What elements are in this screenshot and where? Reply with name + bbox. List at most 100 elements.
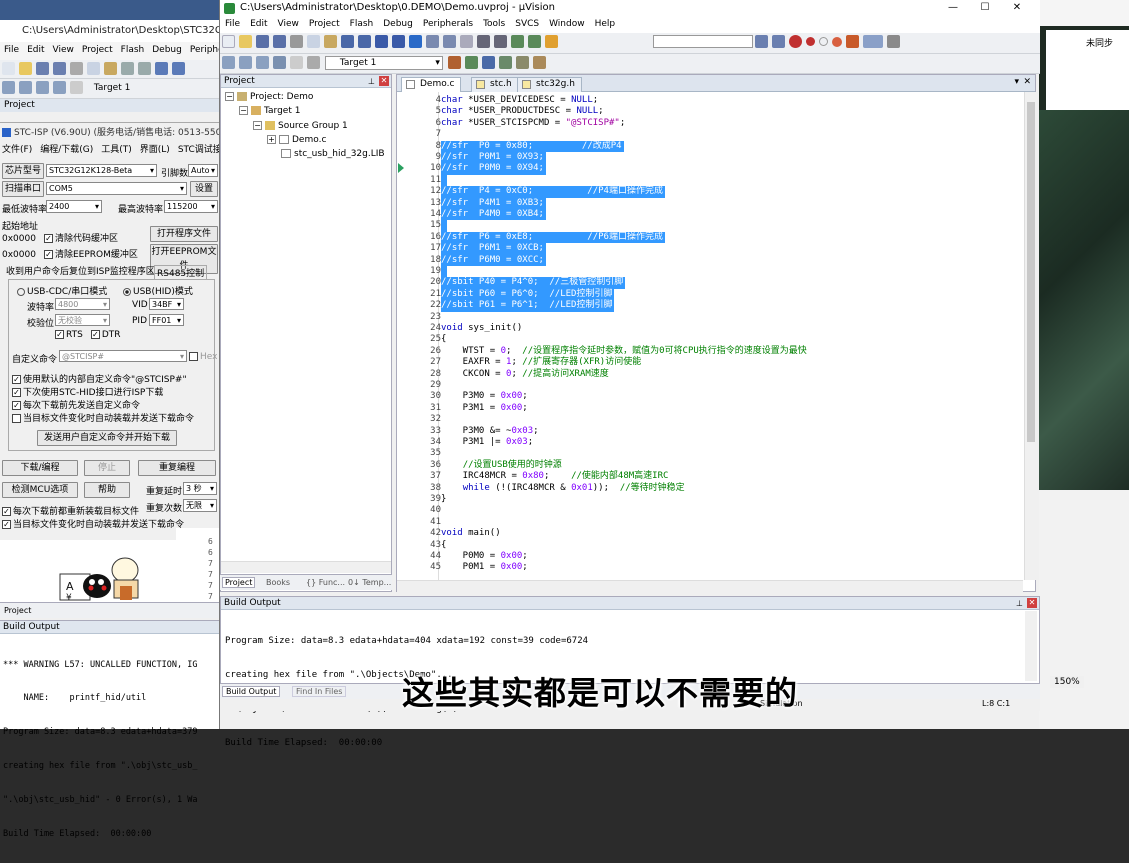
cut-icon[interactable] — [290, 35, 303, 48]
new-file-icon[interactable] — [222, 35, 235, 48]
open-program-button[interactable]: 打开程序文件 — [150, 226, 218, 242]
menu-view[interactable]: View — [273, 17, 304, 31]
hex-checkbox[interactable] — [189, 352, 198, 361]
usb-cdc-radio[interactable] — [17, 287, 25, 296]
menu-project[interactable]: Project — [304, 17, 345, 31]
save-all-icon[interactable] — [53, 62, 66, 75]
new-file-icon[interactable] — [2, 62, 15, 75]
rts-checkbox[interactable]: ✓ — [55, 330, 64, 339]
zoom-level[interactable]: 150% — [1050, 676, 1084, 688]
editor-close-icon[interactable]: ✕ — [1023, 77, 1031, 87]
open-folder-icon[interactable] — [239, 35, 252, 48]
menu-tools[interactable]: Tools — [478, 17, 510, 31]
panel-close-icon[interactable]: ✕ — [1027, 598, 1037, 608]
stop-build-icon[interactable] — [70, 81, 83, 94]
parity-select[interactable]: 无校验 — [55, 314, 110, 326]
clear-eeprom-checkbox[interactable]: ✓ — [44, 250, 53, 259]
editor-vscroll[interactable] — [1024, 92, 1036, 580]
tree-file-demo-c[interactable]: + Demo.c — [267, 135, 326, 145]
next-bookmark-icon[interactable] — [443, 35, 456, 48]
save-icon[interactable] — [256, 35, 269, 48]
disable-breakpoint-icon[interactable] — [818, 37, 828, 46]
dtr-checkbox[interactable]: ✓ — [90, 330, 100, 339]
tab-project[interactable]: Project — [222, 577, 256, 588]
find-combo[interactable] — [652, 35, 753, 48]
opt1-checkbox[interactable]: ✓ — [12, 375, 21, 384]
usb-hid-radio-row[interactable]: USB(HID)模式 — [123, 284, 193, 297]
target-select[interactable]: Target 1 ▾ — [324, 55, 443, 70]
code-address-field[interactable]: 0x0000 — [2, 234, 44, 244]
max-baud-select[interactable]: 115200 — [164, 200, 218, 213]
prev-bookmark-icon[interactable] — [426, 35, 439, 48]
paste-icon[interactable] — [104, 62, 117, 75]
tab-build-output[interactable]: Build Output — [222, 686, 281, 697]
bg-menu-file[interactable]: File — [0, 42, 23, 58]
help-button[interactable]: 帮助 — [84, 482, 130, 498]
save-all-icon[interactable] — [273, 35, 286, 48]
code-area[interactable]: char *USER_DEVICEDESC = NULL; char *USER_… — [439, 92, 1023, 580]
reload-row[interactable]: ✓ 每次下载前都重新装载目标文件 — [2, 504, 139, 517]
tab-books[interactable]: Books — [266, 578, 290, 587]
tab-functions[interactable]: {} Func... — [306, 578, 345, 587]
opt3-checkbox[interactable]: ✓ — [12, 401, 21, 410]
tree-source-group[interactable]: − Source Group 1 — [253, 121, 348, 131]
undo-icon[interactable] — [121, 62, 134, 75]
menu-help[interactable]: Help — [590, 17, 621, 31]
translate-icon[interactable] — [222, 56, 235, 69]
baud-select[interactable]: 4800 — [55, 298, 110, 310]
collapse-icon[interactable]: − — [253, 121, 262, 130]
tab-list-icon[interactable]: ▾ — [1014, 77, 1019, 87]
auto-load-row[interactable]: ✓ 当目标文件变化时自动装载并发送下载命令 — [2, 517, 184, 530]
com-port-select[interactable]: COM5 — [46, 182, 187, 195]
tree-file-lib[interactable]: stc_usb_hid_32g.LIB — [281, 149, 385, 159]
copy-icon[interactable] — [307, 35, 320, 48]
chip-model-select[interactable]: STC32G12K128-Beta — [46, 164, 157, 177]
pin-count-select[interactable]: Auto — [188, 164, 218, 177]
opt4-checkbox[interactable] — [12, 414, 21, 423]
clear-bookmarks-icon[interactable] — [460, 35, 473, 48]
unindent-icon[interactable] — [494, 35, 507, 48]
editor-vscroll-thumb[interactable] — [1027, 102, 1035, 442]
window-layout-icon[interactable] — [862, 35, 883, 48]
editor-tab-demo-c[interactable]: Demo.c — [401, 77, 462, 92]
bg-menu-debug[interactable]: Debug — [148, 42, 186, 58]
cut-icon[interactable] — [70, 62, 83, 75]
stop-button[interactable]: 停止 — [84, 460, 130, 476]
auto-load-checkbox[interactable]: ✓ — [2, 520, 11, 529]
nav-back-icon[interactable] — [155, 62, 168, 75]
menu-flash[interactable]: Flash — [345, 17, 379, 31]
scan-port-button[interactable]: 扫描串口 — [2, 181, 44, 197]
opt4-row[interactable]: 当目标文件变化时自动装载并发送下载命令 — [12, 411, 194, 424]
isp-menu-file[interactable]: 文件(F) — [2, 145, 32, 155]
isp-tab-rs485[interactable]: RS485控制 — [154, 265, 208, 280]
usb-cdc-radio-row[interactable]: USB-CDC/串口模式 — [17, 284, 107, 297]
clear-code-checkbox[interactable]: ✓ — [44, 234, 53, 243]
pin-icon[interactable]: ⊥ — [368, 75, 375, 88]
editor-tab-stc-h[interactable]: stc.h — [471, 77, 519, 92]
maximize-icon[interactable]: ☐ — [969, 0, 1001, 15]
isp-menu-tools[interactable]: 工具(T) — [101, 145, 132, 155]
menu-edit[interactable]: Edit — [245, 17, 272, 31]
download-icon[interactable] — [53, 81, 66, 94]
opt2-row[interactable]: ✓ 下次使用STC-HID接口进行ISP下载 — [12, 385, 163, 398]
project-hscroll[interactable] — [221, 561, 391, 573]
isp-menu-program[interactable]: 编程/下载(G) — [40, 145, 93, 155]
settings-button[interactable]: 设置 — [190, 181, 218, 197]
menu-peripherals[interactable]: Peripherals — [418, 17, 478, 31]
bg-menu-flash[interactable]: Flash — [117, 42, 149, 58]
breakpoint-icon[interactable] — [805, 37, 815, 46]
editor-hscroll[interactable] — [397, 580, 1023, 592]
reprogram-button[interactable]: 重复编程 — [138, 460, 216, 476]
pack-installer-icon[interactable] — [532, 56, 546, 69]
collapse-icon[interactable]: − — [239, 106, 248, 115]
comment-icon[interactable] — [511, 35, 524, 48]
vid-field[interactable]: 34BF — [149, 298, 184, 310]
panel-close-icon[interactable]: ✕ — [379, 76, 389, 86]
clear-breakpoints-icon[interactable] — [845, 35, 859, 48]
find-icon[interactable] — [754, 35, 768, 48]
build-icon[interactable] — [239, 56, 252, 69]
indent-icon[interactable] — [477, 35, 490, 48]
check-mcu-button[interactable]: 检测MCU选项 — [2, 482, 78, 498]
paste-icon[interactable] — [324, 35, 337, 48]
hex-option[interactable]: Hex — [189, 352, 217, 362]
